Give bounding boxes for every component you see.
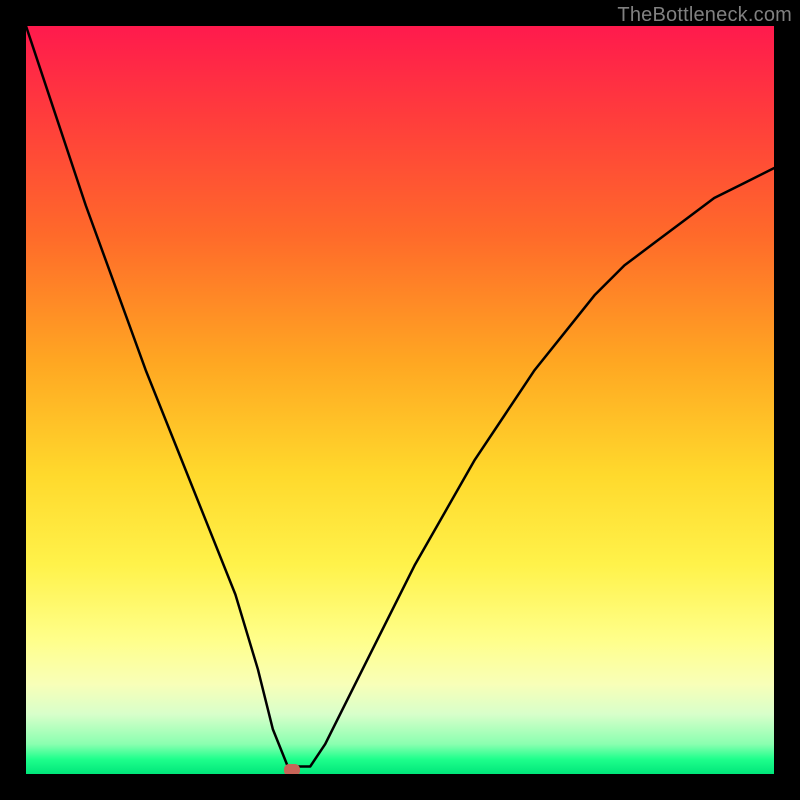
optimum-marker (284, 764, 300, 774)
chart-frame: TheBottleneck.com (0, 0, 800, 800)
watermark-text: TheBottleneck.com (617, 4, 792, 27)
plot-area (26, 26, 774, 774)
curve-path (26, 26, 774, 767)
bottleneck-curve (26, 26, 774, 774)
